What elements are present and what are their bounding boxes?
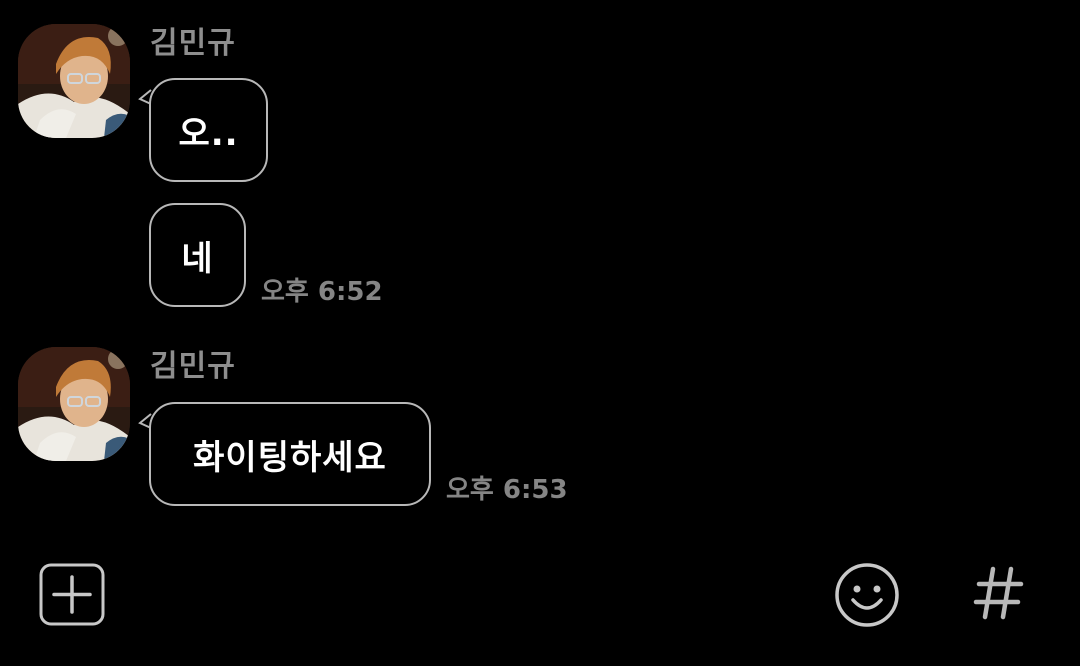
hashtag-button[interactable] [973,565,1025,621]
message-timestamp: 오후 6:53 [446,475,568,505]
avatar-photo [18,347,130,461]
message-bubble[interactable]: 화이팅하세요 [149,402,431,506]
message-bubble[interactable]: 오.. [149,78,268,182]
sender-avatar[interactable] [18,24,130,138]
sender-name: 김민규 [150,349,236,384]
chat-screen: 김민규 오.. 네 오후 6:52 김민규 화이팅하세요 오후 6:53 [0,0,1080,666]
message-timestamp: 오후 6:52 [261,277,383,307]
hashtag-icon [973,566,1024,620]
sender-avatar[interactable] [18,347,130,461]
avatar-photo [18,24,130,138]
attach-button[interactable] [39,563,105,626]
message-bubble[interactable]: 네 [149,203,246,307]
plus-icon [39,563,105,626]
emoji-button[interactable] [834,562,900,628]
sender-name: 김민규 [150,26,236,61]
emoji-icon [835,563,899,627]
